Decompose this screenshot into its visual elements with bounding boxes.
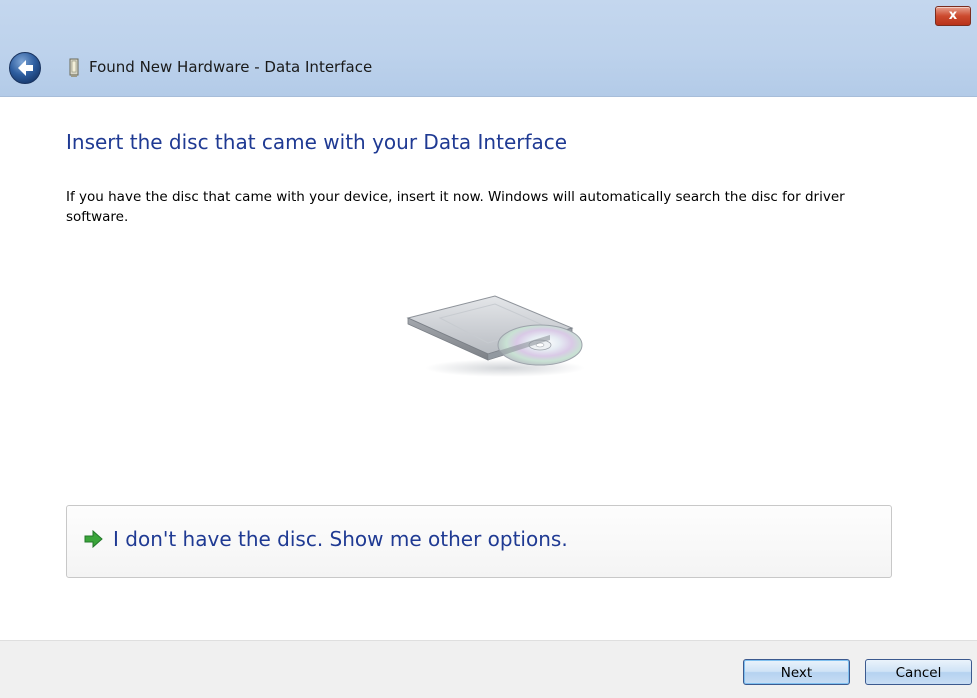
no-disc-option[interactable]: I don't have the disc. Show me other opt… xyxy=(66,505,892,578)
page-heading: Insert the disc that came with your Data… xyxy=(66,130,568,154)
back-button[interactable] xyxy=(8,51,42,85)
disc-drive-icon xyxy=(406,295,585,377)
hardware-device-icon xyxy=(69,58,79,77)
close-icon: x xyxy=(948,8,958,23)
dialog-footer: Next Cancel xyxy=(0,640,977,698)
title-bar: x Found New Hardware - Data Interface xyxy=(0,0,977,97)
window-title: Found New Hardware - Data Interface xyxy=(89,58,373,76)
instruction-text: If you have the disc that came with your… xyxy=(66,189,845,225)
cancel-button[interactable]: Cancel xyxy=(865,659,972,685)
green-arrow-icon xyxy=(84,530,103,548)
back-arrow-icon xyxy=(9,52,41,84)
next-button[interactable]: Next xyxy=(743,659,850,685)
no-disc-option-label: I don't have the disc. Show me other opt… xyxy=(113,527,568,551)
close-button[interactable]: x xyxy=(935,6,971,26)
found-new-hardware-dialog: x Found New Hardware - Data Interface In… xyxy=(0,0,977,698)
